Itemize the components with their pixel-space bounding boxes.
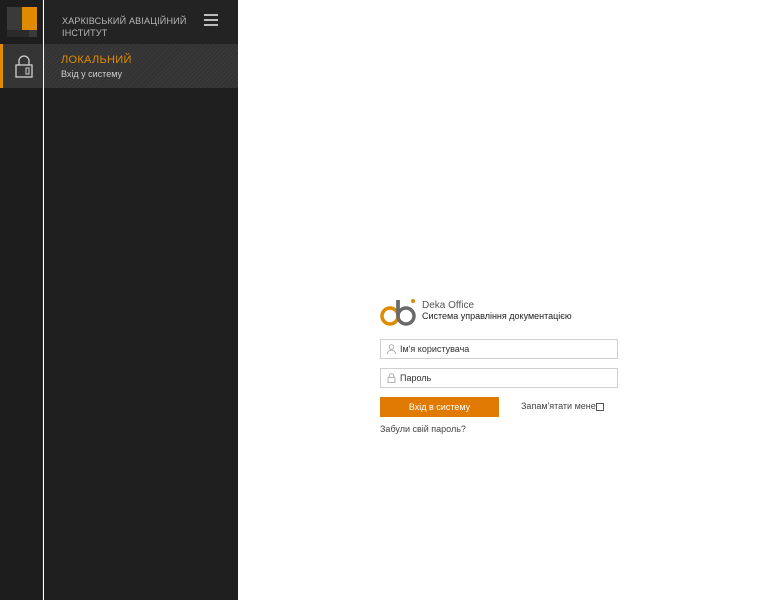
username-field[interactable]: [380, 339, 618, 359]
brand-subtitle: Система управління документацією: [422, 311, 572, 321]
sidebar-item-title: ЛОКАЛЬНИЙ: [61, 54, 132, 66]
app-logo-icon[interactable]: [7, 7, 37, 37]
password-field[interactable]: [380, 368, 618, 388]
user-icon: [387, 344, 396, 354]
lock-icon: [387, 373, 396, 383]
login-button[interactable]: Вхід в систему: [380, 397, 499, 417]
remember-me-checkbox[interactable]: [596, 403, 604, 411]
password-input[interactable]: [400, 371, 612, 385]
login-panel: Deka Office Система управління документа…: [380, 296, 618, 434]
sidebar: Харківський авіаційний інститут ЛОКАЛЬНИ…: [44, 0, 238, 600]
lock-icon: [15, 55, 33, 78]
brand: Deka Office Система управління документа…: [380, 296, 618, 328]
brand-name: Deka Office: [422, 300, 475, 311]
organization-name: Харківський авіаційний інститут: [62, 16, 187, 38]
remember-me-label: Запам'ятати мене: [521, 401, 596, 411]
icon-rail: [0, 0, 43, 600]
rail-item-local[interactable]: [0, 44, 43, 88]
hamburger-menu-icon[interactable]: [204, 14, 218, 26]
forgot-password-link[interactable]: Забули свій пароль?: [380, 424, 466, 434]
app-root: Харківський авіаційний інститут ЛОКАЛЬНИ…: [0, 0, 760, 600]
sidebar-header: Харківський авіаційний інститут: [44, 0, 238, 44]
deka-logo-icon: [380, 299, 416, 326]
sidebar-item-local[interactable]: ЛОКАЛЬНИЙ Вхід у систему: [44, 44, 238, 88]
username-input[interactable]: [400, 342, 612, 356]
sidebar-item-subtitle: Вхід у систему: [61, 69, 122, 79]
